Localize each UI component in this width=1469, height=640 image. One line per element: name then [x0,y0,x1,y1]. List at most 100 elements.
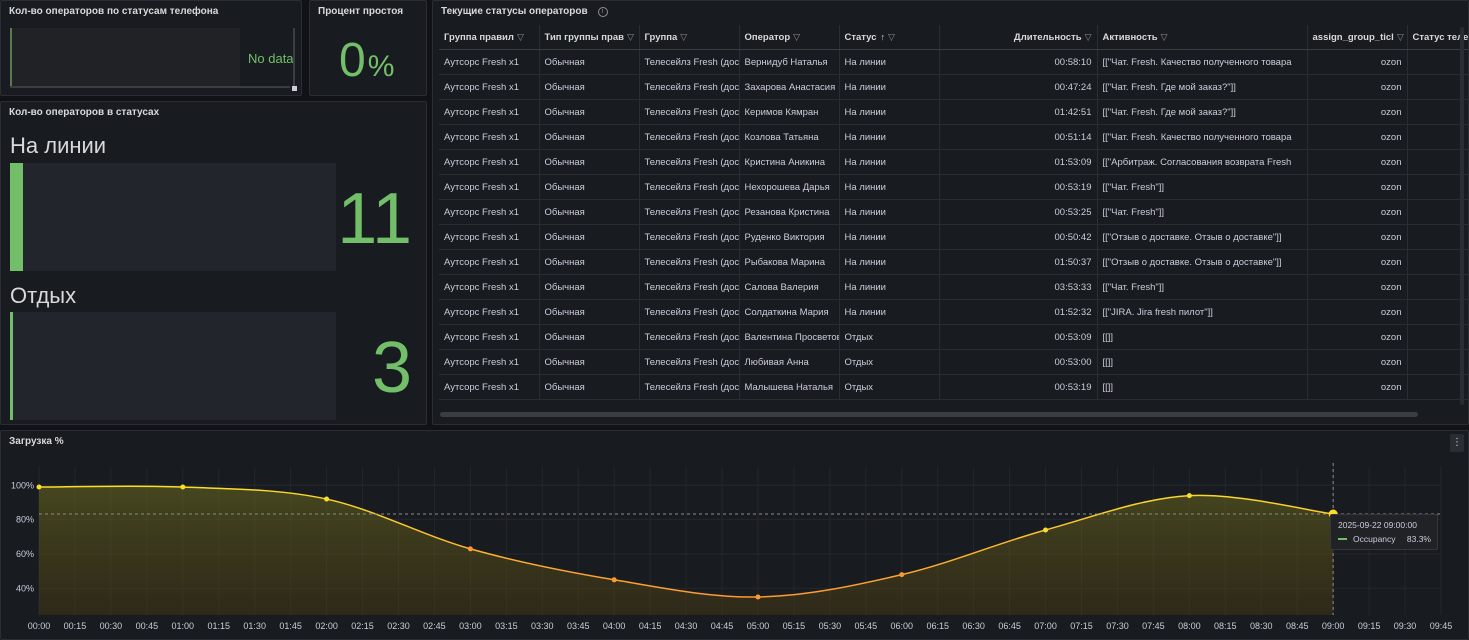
filter-icon[interactable]: ▽ [680,32,687,43]
gauge-fill-online [10,163,24,271]
table-row[interactable]: Аутсорс Fresh x1 Обычная Телесейлз Fresh (… [439,249,1468,275]
table-cell: Телесейлз Fresh (доставка) [639,249,740,275]
table-row[interactable]: Аутсорс Fresh x1 Обычная Телесейлз Fresh (… [439,49,1468,75]
load-line-chart[interactable]: 00:00 00:15 00:30 00:45 01:00 01:15 01:30 01:45… [1,431,1469,640]
table-cell: 03:53:33 [939,274,1098,300]
column-header[interactable]: Группа ▽ [639,25,740,50]
panel-title: Процент простоя [318,6,404,17]
x-tick-label: 02:30 [387,621,410,631]
x-tick-label: 09:15 [1358,621,1381,631]
column-header[interactable]: Оператор ▽ [739,25,840,50]
x-tick-label: 02:45 [423,621,446,631]
table-row[interactable]: Аутсорс Fresh x1 Обычная Телесейлз Fresh (… [439,149,1468,175]
table-row[interactable]: Аутсорс Fresh x1 Обычная Телесейлз Fresh (… [439,174,1468,200]
filter-icon[interactable]: ▽ [627,32,634,43]
table-row[interactable]: Аутсорс Fresh x1 Обычная Телесейлз Fresh (… [439,199,1468,225]
filter-icon[interactable]: ▽ [1085,32,1092,43]
x-tick-label: 06:45 [998,621,1021,631]
horizontal-scrollbar[interactable] [10,86,290,88]
column-header-label: Оператор [744,31,791,43]
table-cell: Отдых [839,324,940,350]
table-cell: Аутсорс Fresh x1 [439,324,540,350]
table-cell: Телесейлз Fresh (доставка) [639,49,740,75]
x-tick-label: 08:15 [1214,621,1237,631]
table-row[interactable]: Аутсорс Fresh x1 Обычная Телесейлз Fresh (… [439,224,1468,250]
table-cell: [["Чат. Fresh. Качество полученного това… [1097,49,1308,75]
idle-percent-panel: Процент простоя 0% [309,0,427,96]
load-chart-panel: Загрузка % ⋮ 00:00 00:15 00:30 00:45 01:00 01… [0,430,1469,640]
column-header[interactable]: Тип группы прав ▽ [539,25,640,50]
table-row[interactable]: Аутсорс Fresh x1 Обычная Телесейлз Fresh (… [439,299,1468,325]
vertical-scrollbar[interactable] [1460,27,1464,405]
x-tick-label: 06:15 [926,621,949,631]
table-cell: Обычная [539,99,640,125]
table-cell: 00:53:00 [939,349,1098,375]
filter-icon[interactable]: ▽ [517,32,524,43]
column-header[interactable]: Активность ▽ [1097,25,1308,50]
x-tick-label: 05:15 [783,621,806,631]
table-cell: Козлова Татьяна [739,124,840,150]
table-cell: На линии [839,124,940,150]
table-cell: [["Чат. Fresh. Где мой заказ?"]] [1097,99,1308,125]
filter-icon[interactable]: ▽ [793,32,800,43]
vertical-scrollbar[interactable] [293,28,295,86]
gauge-fill-rest [10,312,14,420]
filter-icon[interactable]: ▽ [888,32,895,43]
table-cell: Обычная [539,224,640,250]
table-cell: На линии [839,199,940,225]
table-row[interactable]: Аутсорс Fresh x1 Обычная Телесейлз Fresh (… [439,324,1468,350]
table-cell: Рыбакова Марина [739,249,840,275]
table-cell: Резанова Кристина [739,199,840,225]
table-cell: 00:53:09 [939,324,1098,350]
x-tick-label: 08:45 [1286,621,1309,631]
x-tick-label: 00:15 [64,621,87,631]
table-row[interactable]: Аутсорс Fresh x1 Обычная Телесейлз Fresh (… [439,349,1468,375]
table-cell: 00:50:42 [939,224,1098,250]
table-cell: Аутсорс Fresh x1 [439,124,540,150]
table-cell: Телесейлз Fresh (доставка) [639,349,740,375]
table-cell: Телесейлз Fresh (доставка) [639,274,740,300]
gauge-track-rest [10,312,336,420]
x-tick-label: 02:00 [315,621,338,631]
table-cell: Телесейлз Fresh (доставка) [639,124,740,150]
column-header[interactable]: Группа правил ▽ [439,25,540,50]
table-cell: ozon [1307,74,1408,100]
horizontal-scrollbar[interactable] [440,412,1418,417]
info-icon[interactable]: i [597,7,608,17]
x-tick-label: 05:30 [819,621,842,631]
table-row[interactable]: Аутсорс Fresh x1 Обычная Телесейлз Fresh (… [439,374,1468,400]
x-tick-label: 03:15 [495,621,518,631]
panel-title-text: Текущие статусы операторов [441,6,588,17]
column-header[interactable]: assign_group_ticl ▽ [1307,25,1408,50]
data-point [36,484,42,490]
table-row[interactable]: Аутсорс Fresh x1 Обычная Телесейлз Fresh (… [439,99,1468,125]
table-cell: Аутсорс Fresh x1 [439,299,540,325]
table-cell: Обычная [539,249,640,275]
table-cell: Телесейлз Fresh (доставка) [639,224,740,250]
table-cell: Отдых [839,374,940,400]
column-header[interactable]: Длительность ▽ [939,25,1098,50]
column-header[interactable]: Статус ↑ ▽ [839,25,940,50]
filter-icon[interactable]: ▽ [1397,32,1404,43]
filter-icon[interactable]: ▽ [1161,32,1168,43]
table-cell: Обычная [539,349,640,375]
column-header-label: Группа [644,31,678,43]
table-cell: [["Арбитраж. Согласования возврата Fresh [1097,149,1308,175]
tooltip-series-name: Occupancy [1353,534,1396,544]
x-tick-label: 03:00 [459,621,482,631]
table-cell: [["Чат. Fresh"]] [1097,174,1308,200]
x-tick-label: 08:00 [1178,621,1201,631]
table-cell: Телесейлз Fresh (доставка) [639,324,740,350]
table-row[interactable]: Аутсорс Fresh x1 Обычная Телесейлз Fresh (… [439,274,1468,300]
table-cell: [["Чат. Fresh"]] [1097,199,1308,225]
table-cell: ozon [1307,149,1408,175]
table-cell: 00:53:19 [939,374,1098,400]
gauge-label-rest: Отдых [10,283,77,308]
table-cell: Телесейлз Fresh (доставка) [639,99,740,125]
x-tick-label: 05:45 [855,621,878,631]
table-row[interactable]: Аутсорс Fresh x1 Обычная Телесейлз Fresh (… [439,74,1468,100]
sort-ascending-icon[interactable]: ↑ [881,32,886,42]
table-row[interactable]: Аутсорс Fresh x1 Обычная Телесейлз Fresh (… [439,124,1468,150]
table-cell: Телесейлз Fresh (доставка) [639,74,740,100]
resize-handle[interactable] [292,86,297,91]
